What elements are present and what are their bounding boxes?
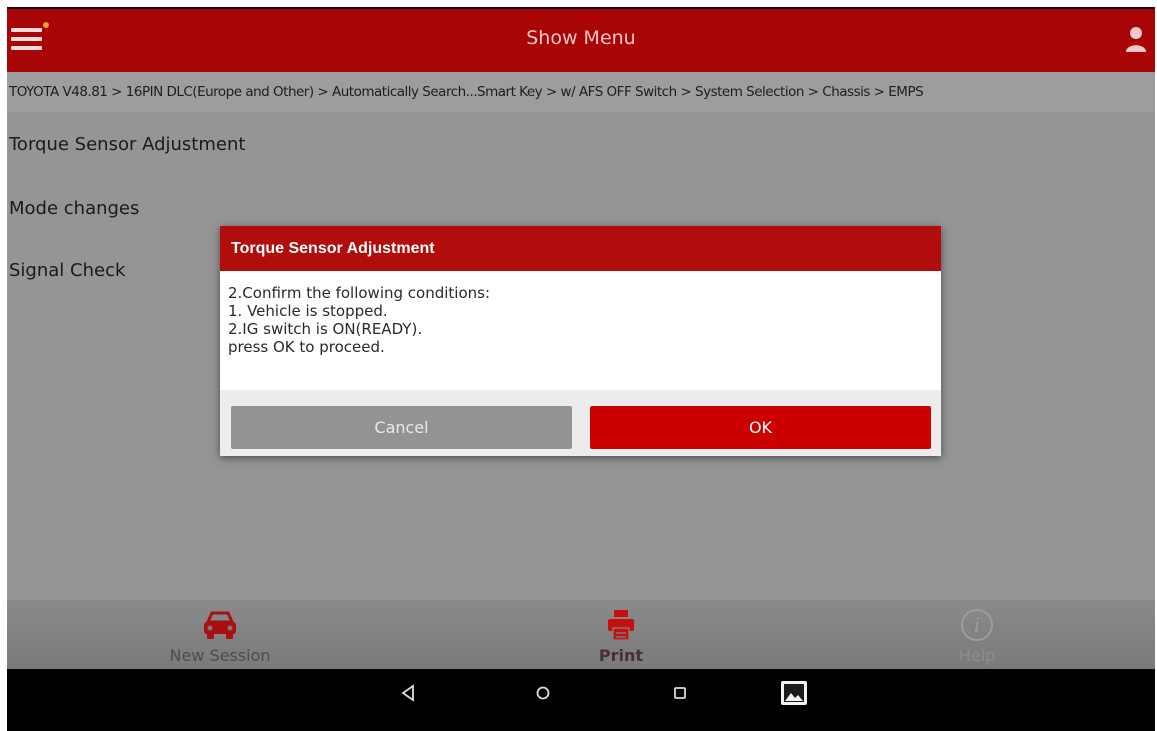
menu-item-label: Mode changes bbox=[9, 198, 140, 219]
recent-apps-icon[interactable] bbox=[665, 681, 695, 705]
dialog-line: 2.IG switch is ON(READY). bbox=[228, 320, 423, 338]
back-triangle-icon[interactable] bbox=[393, 681, 423, 705]
new-session-label: New Session bbox=[169, 646, 271, 665]
dialog-line: 1. Vehicle is stopped. bbox=[228, 302, 388, 320]
top-app-bar: Show Menu bbox=[7, 9, 1155, 72]
user-icon[interactable] bbox=[1125, 26, 1147, 52]
bottom-toolbar: New Session Print i Help bbox=[7, 600, 1155, 669]
dialog-footer: Cancel OK bbox=[220, 390, 941, 456]
app-frame: Show Menu TOYOTA V48.81 > 16PIN DLC(Euro… bbox=[7, 7, 1155, 731]
info-icon: i bbox=[961, 609, 993, 641]
breadcrumb: TOYOTA V48.81 > 16PIN DLC(Europe and Oth… bbox=[7, 72, 1155, 112]
function-list: Torque Sensor Adjustment Mode changes Si… bbox=[7, 112, 1155, 600]
new-session-button[interactable]: New Session bbox=[120, 600, 320, 669]
screenshot-icon[interactable] bbox=[779, 678, 809, 708]
confirm-dialog: Torque Sensor Adjustment 2.Confirm the f… bbox=[220, 226, 941, 456]
menu-item-torque-sensor-adjustment[interactable]: Torque Sensor Adjustment bbox=[7, 112, 1155, 178]
printer-icon bbox=[608, 610, 634, 641]
ok-button[interactable]: OK bbox=[590, 406, 931, 449]
system-navigation-bar bbox=[7, 669, 1155, 731]
dialog-line: 2.Confirm the following conditions: bbox=[228, 284, 491, 302]
dialog-line: press OK to proceed. bbox=[228, 338, 385, 356]
help-button[interactable]: i Help bbox=[877, 600, 1077, 669]
cancel-button[interactable]: Cancel bbox=[231, 406, 572, 449]
menu-item-label: Torque Sensor Adjustment bbox=[9, 134, 246, 155]
print-button[interactable]: Print bbox=[521, 600, 721, 669]
print-label: Print bbox=[598, 646, 644, 665]
home-circle-icon[interactable] bbox=[528, 681, 558, 705]
dialog-title: Torque Sensor Adjustment bbox=[220, 226, 941, 271]
page-title: Show Menu bbox=[526, 27, 636, 49]
screen: Show Menu TOYOTA V48.81 > 16PIN DLC(Euro… bbox=[0, 0, 1157, 731]
car-icon bbox=[204, 611, 236, 639]
dialog-message: 2.Confirm the following conditions: 1. V… bbox=[228, 284, 928, 356]
help-label: Help bbox=[958, 646, 996, 665]
menu-item-label: Signal Check bbox=[9, 260, 126, 281]
svg-text:i: i bbox=[974, 613, 980, 637]
